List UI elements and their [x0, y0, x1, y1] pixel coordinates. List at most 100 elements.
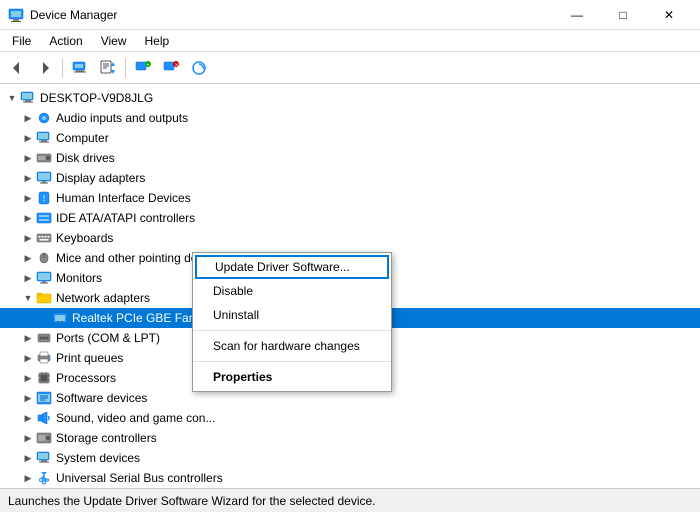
network-folder-icon: [36, 290, 52, 306]
hid-label: Human Interface Devices: [56, 191, 191, 205]
processors-label: Processors: [56, 371, 116, 385]
root-label: DESKTOP-V9D8JLG: [40, 91, 153, 105]
audio-label: Audio inputs and outputs: [56, 111, 188, 125]
context-properties[interactable]: Properties: [193, 365, 391, 389]
tree-view[interactable]: ▼ DESKTOP-V9D8JLG ▶ Audio inputs and: [0, 84, 700, 488]
expand-disk-icon: ▶: [20, 150, 36, 166]
window-controls: — □ ✕: [554, 0, 692, 30]
expand-display-icon: ▶: [20, 170, 36, 186]
tree-item-disk[interactable]: ▶ Disk drives: [0, 148, 700, 168]
toolbar: + ✕: [0, 52, 700, 84]
expand-processors-icon: ▶: [20, 370, 36, 386]
menu-file[interactable]: File: [4, 32, 39, 50]
computer-label: Computer: [56, 131, 109, 145]
display-label: Display adapters: [56, 171, 145, 185]
tree-item-ide[interactable]: ▶ IDE ATA/ATAPI controllers: [0, 208, 700, 228]
tree-item-sound[interactable]: ▶ Sound, video and game con...: [0, 408, 700, 428]
enable-button[interactable]: +: [130, 55, 156, 81]
update-driver-icon: [100, 60, 116, 76]
tree-item-usb[interactable]: ▶ Universal Serial Bus controllers: [0, 468, 700, 488]
properties-button[interactable]: [67, 55, 93, 81]
sound-icon: [36, 410, 52, 426]
storage-icon: [36, 430, 52, 446]
processor-icon: [36, 370, 52, 386]
disk-label: Disk drives: [56, 151, 115, 165]
expand-audio-icon: ▶: [20, 110, 36, 126]
uninstall-icon: ✕: [163, 60, 179, 76]
close-button[interactable]: ✕: [646, 0, 692, 30]
network-label: Network adapters: [56, 291, 150, 305]
system-label: System devices: [56, 451, 140, 465]
menu-action[interactable]: Action: [41, 32, 90, 50]
expand-keyboard-icon: ▶: [20, 230, 36, 246]
computer-icon: [20, 90, 36, 106]
expand-usb-icon: ▶: [20, 470, 36, 486]
status-bar: Launches the Update Driver Software Wiza…: [0, 488, 700, 512]
disk-icon: [36, 150, 52, 166]
usb-label: Universal Serial Bus controllers: [56, 471, 223, 485]
system-icon: [36, 450, 52, 466]
expand-storage-icon: ▶: [20, 430, 36, 446]
tree-item-system[interactable]: ▶ System devices: [0, 448, 700, 468]
properties-icon: [72, 60, 88, 76]
main-content: ▼ DESKTOP-V9D8JLG ▶ Audio inputs and: [0, 84, 700, 488]
print-icon: [36, 350, 52, 366]
tree-item-computer[interactable]: ▶ Computer: [0, 128, 700, 148]
context-scan[interactable]: Scan for hardware changes: [193, 334, 391, 358]
enable-icon: +: [135, 60, 151, 76]
uninstall-button[interactable]: ✕: [158, 55, 184, 81]
usb-icon: [36, 470, 52, 486]
display-icon: [36, 170, 52, 186]
context-separator: [193, 330, 391, 331]
expand-system-icon: ▶: [20, 450, 36, 466]
expand-sound-icon: ▶: [20, 410, 36, 426]
context-separator2: [193, 361, 391, 362]
expand-software-icon: ▶: [20, 390, 36, 406]
back-button[interactable]: [4, 55, 30, 81]
context-uninstall[interactable]: Uninstall: [193, 303, 391, 327]
context-disable[interactable]: Disable: [193, 279, 391, 303]
computer-item-icon: [36, 130, 52, 146]
title-bar: Device Manager — □ ✕: [0, 0, 700, 30]
context-menu: Update Driver Software... Disable Uninst…: [192, 252, 392, 392]
menu-bar: File Action View Help: [0, 30, 700, 52]
expand-mouse-icon: ▶: [20, 250, 36, 266]
ports-icon: [36, 330, 52, 346]
tree-item-keyboard[interactable]: ▶ Keyboards: [0, 228, 700, 248]
ide-icon: [36, 210, 52, 226]
maximize-button[interactable]: □: [600, 0, 646, 30]
tree-item-display[interactable]: ▶ Display adapters: [0, 168, 700, 188]
expand-root-icon: ▼: [4, 90, 20, 106]
ports-label: Ports (COM & LPT): [56, 331, 160, 345]
title-text: Device Manager: [30, 8, 117, 22]
minimize-button[interactable]: —: [554, 0, 600, 30]
expand-computer-icon: ▶: [20, 130, 36, 146]
expand-realtek-icon: [36, 310, 52, 326]
forward-icon: [37, 60, 53, 76]
context-update-driver[interactable]: Update Driver Software...: [195, 255, 389, 279]
storage-label: Storage controllers: [56, 431, 157, 445]
sound-label: Sound, video and game con...: [56, 411, 215, 425]
menu-view[interactable]: View: [93, 32, 135, 50]
back-icon: [9, 60, 25, 76]
svg-text:✕: ✕: [175, 62, 179, 68]
keyboard-icon: [36, 230, 52, 246]
forward-button[interactable]: [32, 55, 58, 81]
tree-item-storage[interactable]: ▶ Storage controllers: [0, 428, 700, 448]
hid-icon: [36, 190, 52, 206]
expand-ide-icon: ▶: [20, 210, 36, 226]
tree-root[interactable]: ▼ DESKTOP-V9D8JLG: [0, 88, 700, 108]
monitors-label: Monitors: [56, 271, 102, 285]
keyboard-label: Keyboards: [56, 231, 113, 245]
separator-2: [125, 58, 126, 78]
scan-button[interactable]: [186, 55, 212, 81]
menu-help[interactable]: Help: [137, 32, 178, 50]
tree-item-hid[interactable]: ▶ Human Interface Devices: [0, 188, 700, 208]
software-label: Software devices: [56, 391, 147, 405]
audio-icon: [36, 110, 52, 126]
monitor-icon: [36, 270, 52, 286]
update-driver-button[interactable]: [95, 55, 121, 81]
tree-item-audio[interactable]: ▶ Audio inputs and outputs: [0, 108, 700, 128]
expand-monitors-icon: ▶: [20, 270, 36, 286]
expand-ports-icon: ▶: [20, 330, 36, 346]
